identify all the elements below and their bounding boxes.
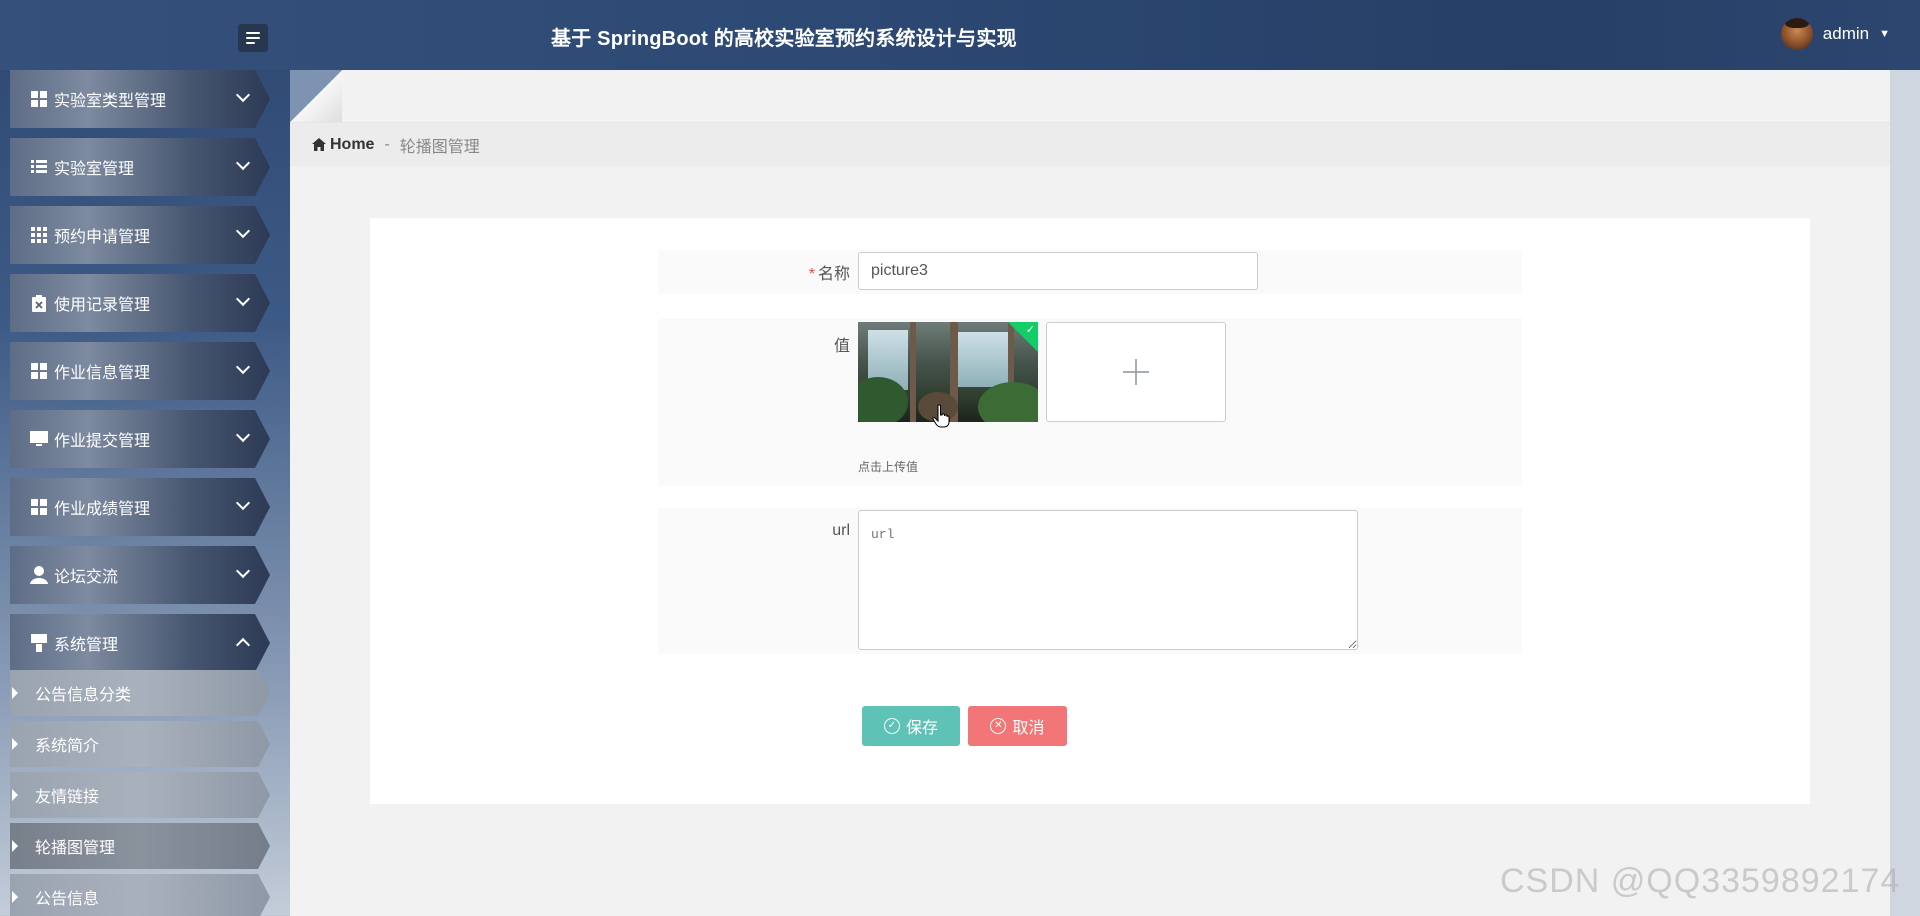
chevron-down-icon <box>235 427 251 443</box>
chevron-down-icon <box>235 563 251 579</box>
save-button[interactable]: ✓ 保存 <box>862 706 960 746</box>
sidebar-item-lab-type[interactable]: 实验室类型管理 <box>10 70 270 128</box>
sidebar-item-homework-grade[interactable]: 作业成绩管理 <box>10 478 270 536</box>
name-input[interactable] <box>858 252 1258 290</box>
breadcrumb-current: 轮播图管理 <box>399 138 480 156</box>
chevron-down-icon <box>235 359 251 375</box>
menu-toggle-icon[interactable] <box>238 24 268 52</box>
caret-down-icon: ▼ <box>1879 28 1890 40</box>
sidebar-subitem-friend-links[interactable]: 友情链接 <box>10 772 270 818</box>
breadcrumb: Home - 轮播图管理 <box>290 122 1890 166</box>
breadcrumb-home-label: Home <box>330 135 375 153</box>
sidebar-subitem-label: 公告信息分类 <box>35 687 132 704</box>
sidebar-subitem-carousel[interactable]: 轮播图管理 <box>10 823 270 869</box>
sidebar-item-label: 论坛交流 <box>54 569 119 586</box>
sidebar-item-label: 作业成绩管理 <box>54 501 151 518</box>
form-row-url: url <box>658 508 1522 654</box>
form-card: *名称 值 ✓ 点击上传值 <box>370 218 1810 804</box>
home-icon <box>312 138 326 151</box>
sidebar-item-label: 作业提交管理 <box>54 433 151 450</box>
chevron-down-icon <box>235 155 251 171</box>
sidebar-item-usage-record[interactable]: 使用记录管理 <box>10 274 270 332</box>
save-button-label: 保存 <box>905 720 938 737</box>
name-label-text: 名称 <box>817 266 850 283</box>
sidebar-item-lab[interactable]: 实验室管理 <box>10 138 270 196</box>
monitor-icon <box>30 430 48 448</box>
scrollbar[interactable] <box>1890 70 1920 916</box>
site-title: 基于 SpringBoot 的高校实验室预约系统设计与实现 <box>551 28 1017 50</box>
chevron-up-icon <box>235 637 251 653</box>
sidebar-item-label: 使用记录管理 <box>54 297 151 314</box>
chevron-down-icon <box>235 291 251 307</box>
sidebar: 实验室类型管理 实验室管理 预约申请管理 使用记录管理 作业信息管理 作业提交管… <box>0 70 290 916</box>
form-row-name: * 名称 <box>658 250 1522 294</box>
apps-icon <box>30 226 48 244</box>
url-textarea[interactable] <box>858 510 1358 650</box>
upload-hint: 点击上传值 <box>858 460 919 474</box>
main-content: Home - 轮播图管理 *名称 值 ✓ <box>290 70 1890 916</box>
sidebar-subitem-label: 系统简介 <box>35 738 100 755</box>
sidebar-subitem-notice-category[interactable]: 公告信息分类 <box>10 670 270 716</box>
sidebar-subitem-system-intro[interactable]: 系统简介 <box>10 721 270 767</box>
sidebar-subitem-label: 轮播图管理 <box>35 840 116 857</box>
value-label: 值 <box>833 338 850 355</box>
sidebar-item-label: 实验室管理 <box>54 161 135 178</box>
page-curl-decoration <box>290 70 342 122</box>
watermark: CSDN @QQ3359892174 <box>1500 862 1901 900</box>
chevron-down-icon <box>235 87 251 103</box>
plus-icon <box>1123 359 1149 385</box>
chevron-down-icon <box>235 223 251 239</box>
form-actions: ✓ 保存 ✕ 取消 <box>862 706 1082 746</box>
sidebar-subitem-label: 友情链接 <box>35 789 100 806</box>
sidebar-item-label: 预约申请管理 <box>54 229 151 246</box>
check-icon: ✓ <box>1025 324 1035 336</box>
url-label: url <box>832 522 850 539</box>
user-name: admin <box>1822 24 1870 43</box>
clipboard-icon <box>30 294 48 312</box>
required-mark: * <box>808 266 815 283</box>
sidebar-subitem-notice[interactable]: 公告信息 <box>10 874 270 916</box>
grid-icon <box>30 362 48 380</box>
avatar <box>1780 18 1813 50</box>
sidebar-item-system[interactable]: 系统管理 <box>10 614 270 672</box>
sidebar-item-reservation[interactable]: 预约申请管理 <box>10 206 270 264</box>
sidebar-item-label: 实验室类型管理 <box>54 93 167 110</box>
user-menu[interactable]: admin ▼ <box>1780 18 1890 50</box>
grid-icon <box>30 90 48 108</box>
grid-icon <box>30 498 48 516</box>
close-circle-icon: ✕ <box>990 718 1007 734</box>
list-icon <box>30 158 48 176</box>
sidebar-item-label: 作业信息管理 <box>54 365 151 382</box>
sidebar-item-label: 系统管理 <box>54 637 119 654</box>
brush-icon <box>30 634 48 652</box>
upload-add-button[interactable] <box>1046 322 1226 422</box>
cancel-button[interactable]: ✕ 取消 <box>968 706 1067 746</box>
breadcrumb-home-link[interactable]: Home <box>312 136 374 154</box>
sidebar-item-homework-info[interactable]: 作业信息管理 <box>10 342 270 400</box>
hand-cursor-icon <box>932 404 950 433</box>
chevron-down-icon <box>235 495 251 511</box>
form-row-value: 值 ✓ 点击上传值 <box>658 318 1522 486</box>
sidebar-subitem-label: 公告信息 <box>35 891 100 908</box>
top-header: 基于 SpringBoot 的高校实验室预约系统设计与实现 admin ▼ <box>0 0 1920 70</box>
check-circle-icon: ✓ <box>883 718 900 734</box>
sidebar-item-forum[interactable]: 论坛交流 <box>10 546 270 604</box>
name-label: * 名称 <box>809 260 850 284</box>
cancel-button-label: 取消 <box>1012 720 1045 737</box>
breadcrumb-separator: - <box>384 135 390 153</box>
user-icon <box>30 566 48 584</box>
sidebar-item-homework-submit[interactable]: 作业提交管理 <box>10 410 270 468</box>
